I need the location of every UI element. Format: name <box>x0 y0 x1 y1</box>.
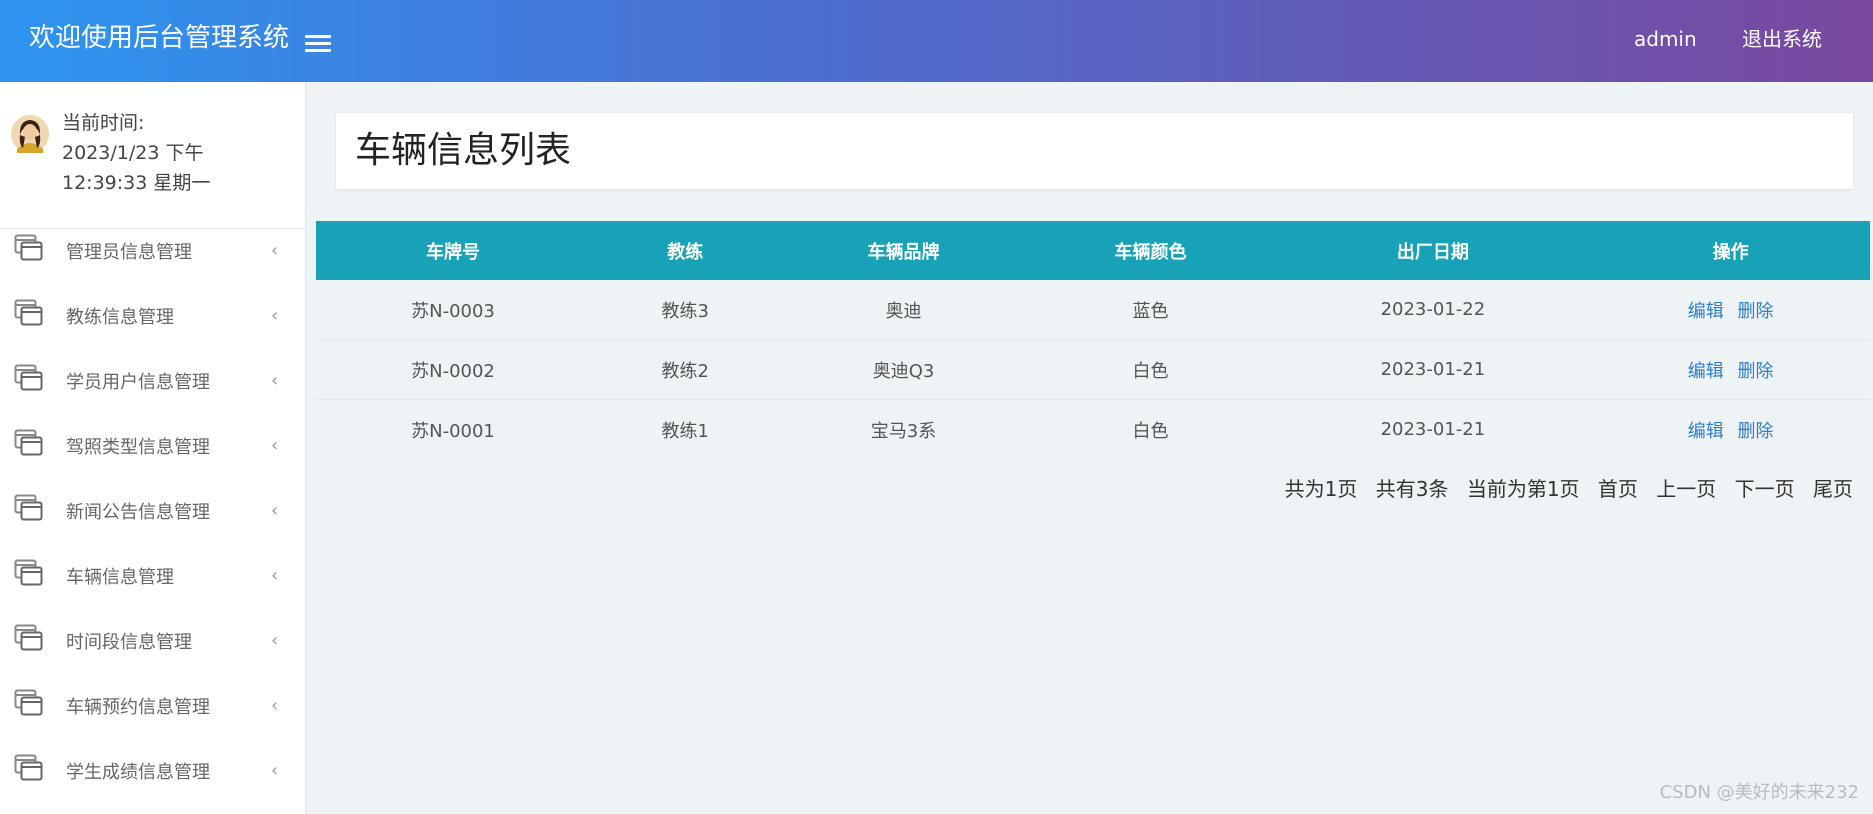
watermark: CSDN @美好的未来232 <box>1659 782 1859 803</box>
cell-actions: 编辑 删除 <box>1591 400 1870 460</box>
hamburger-menu-icon[interactable] <box>305 31 331 53</box>
cell-plate: 苏N-0003 <box>316 280 590 340</box>
delete-link[interactable]: 删除 <box>1737 361 1773 382</box>
window-stack-icon <box>14 754 43 781</box>
delete-link[interactable]: 删除 <box>1737 301 1773 322</box>
chevron-left-icon: ‹ <box>271 500 279 521</box>
cell-color: 白色 <box>1026 339 1275 400</box>
table-header-row: 车牌号 教练 车辆品牌 车辆颜色 出厂日期 操作 <box>316 221 1870 280</box>
column-header-brand: 车辆品牌 <box>780 221 1027 280</box>
cell-coach: 教练1 <box>661 420 709 442</box>
pager-last-link[interactable]: 尾页 <box>1813 477 1853 501</box>
column-header-coach: 教练 <box>590 221 781 280</box>
pager-prev-link[interactable]: 上一页 <box>1656 477 1716 501</box>
cell-plate: 苏N-0002 <box>316 339 590 400</box>
sidebar-item-reservation[interactable]: 车辆预约信息管理 ‹ <box>0 687 305 737</box>
profile-panel: 当前时间: 2023/1/23 下午 12:39:33 星期一 <box>0 82 305 229</box>
cell-date: 2023-01-21 <box>1380 419 1486 440</box>
chevron-left-icon: ‹ <box>271 370 279 391</box>
sidebar-item-label: 管理员信息管理 <box>66 242 192 263</box>
window-stack-icon <box>14 624 43 651</box>
pager-first-link[interactable]: 首页 <box>1598 477 1638 501</box>
cell-brand: 宝马3系 <box>870 420 937 442</box>
time-label: 当前时间: <box>62 112 145 134</box>
sidebar-item-label: 教练信息管理 <box>66 307 174 328</box>
edit-link[interactable]: 编辑 <box>1688 421 1724 442</box>
column-header-plate: 车牌号 <box>316 221 590 280</box>
sidebar-item-label: 学员用户信息管理 <box>66 372 210 393</box>
pager-total-pages: 共为1页 <box>1284 477 1358 501</box>
chevron-left-icon: ‹ <box>271 630 279 651</box>
cell-coach: 教练3 <box>590 280 781 340</box>
sidebar-item-label: 学生成绩信息管理 <box>66 762 210 783</box>
pager-current-page: 当前为第1页 <box>1466 477 1580 501</box>
table-row: 苏N-0002 教练2 奥迪Q3 白色 2023-01-21 编辑 删除 <box>316 339 1870 400</box>
table-row: 苏N-0003 教练3 奥迪 蓝色 2023-01-22 编辑 删除 <box>316 280 1870 340</box>
page-title: 车辆信息列表 <box>355 130 572 171</box>
vehicle-table: 车牌号 教练 车辆品牌 车辆颜色 出厂日期 操作 苏N-0003 教练3 奥迪 … <box>316 221 1870 459</box>
chevron-left-icon: ‹ <box>271 240 279 261</box>
avatar <box>11 115 49 153</box>
app-title: 欢迎使用后台管理系统 <box>29 23 290 53</box>
cell-coach: 教练2 <box>590 339 781 400</box>
chevron-left-icon: ‹ <box>271 435 279 456</box>
sidebar-item-label: 驾照类型信息管理 <box>66 437 210 458</box>
window-stack-icon <box>14 559 43 586</box>
sidebar-item-coach[interactable]: 教练信息管理 ‹ <box>0 297 305 347</box>
cell-actions: 编辑 删除 <box>1591 339 1870 400</box>
cell-brand: 奥迪 <box>780 280 1027 340</box>
cell-date: 2023-01-21 <box>1274 339 1592 400</box>
time-clock: 12:39:33 星期一 <box>62 172 211 194</box>
window-stack-icon <box>14 364 43 391</box>
chevron-left-icon: ‹ <box>271 760 279 781</box>
table-row: 苏N-0001 教练1 宝马3系 白色 2023-01-21 编辑 删除 <box>316 400 1870 460</box>
window-stack-icon <box>14 689 43 716</box>
delete-link[interactable]: 删除 <box>1737 421 1773 442</box>
sidebar-item-label: 车辆信息管理 <box>66 567 174 588</box>
cell-brand: 奥迪Q3 <box>780 339 1027 400</box>
chevron-left-icon: ‹ <box>271 565 279 586</box>
current-user[interactable]: admin <box>1634 24 1697 54</box>
sidebar-item-scores[interactable]: 学生成绩信息管理 ‹ <box>0 752 305 802</box>
edit-link[interactable]: 编辑 <box>1688 301 1724 322</box>
pager-next-link[interactable]: 下一页 <box>1735 477 1795 501</box>
cell-color: 蓝色 <box>1026 280 1275 340</box>
sidebar-item-label: 车辆预约信息管理 <box>66 697 210 718</box>
sidebar-item-vehicle[interactable]: 车辆信息管理 ‹ <box>0 557 305 607</box>
chevron-left-icon: ‹ <box>271 305 279 326</box>
window-stack-icon <box>14 429 43 456</box>
sidebar-item-admin[interactable]: 管理员信息管理 ‹ <box>0 232 305 282</box>
cell-color: 白色 <box>1132 420 1169 442</box>
chevron-left-icon: ‹ <box>271 695 279 716</box>
column-header-actions: 操作 <box>1591 221 1870 280</box>
sidebar-item-license-type[interactable]: 驾照类型信息管理 ‹ <box>0 427 305 477</box>
sidebar-item-label: 时间段信息管理 <box>66 632 192 653</box>
pagination: 共为1页 共有3条 当前为第1页 首页 上一页 下一页 尾页 <box>1273 474 1853 504</box>
cell-actions: 编辑 删除 <box>1591 280 1870 340</box>
edit-link[interactable]: 编辑 <box>1688 361 1724 382</box>
sidebar: 当前时间: 2023/1/23 下午 12:39:33 星期一 管理员信息管理 … <box>0 82 306 814</box>
content-header: 车辆信息列表 <box>336 113 1853 189</box>
window-stack-icon <box>14 494 43 521</box>
cell-date: 2023-01-22 <box>1274 280 1592 340</box>
column-header-date: 出厂日期 <box>1274 221 1592 280</box>
time-date: 2023/1/23 下午 <box>62 142 204 164</box>
sidebar-item-time-slot[interactable]: 时间段信息管理 ‹ <box>0 622 305 672</box>
pager-total-records: 共有3条 <box>1375 477 1449 501</box>
current-time: 当前时间: 2023/1/23 下午 12:39:33 星期一 <box>62 108 282 198</box>
logout-button[interactable]: 退出系统 <box>1742 24 1822 54</box>
sidebar-item-news[interactable]: 新闻公告信息管理 ‹ <box>0 492 305 542</box>
sidebar-item-label: 新闻公告信息管理 <box>66 502 210 523</box>
top-header: 欢迎使用后台管理系统 admin 退出系统 <box>0 0 1873 82</box>
column-header-color: 车辆颜色 <box>1026 221 1275 280</box>
sidebar-item-student[interactable]: 学员用户信息管理 ‹ <box>0 362 305 412</box>
window-stack-icon <box>14 234 43 261</box>
cell-plate: 苏N-0001 <box>411 420 495 442</box>
window-stack-icon <box>14 299 43 326</box>
